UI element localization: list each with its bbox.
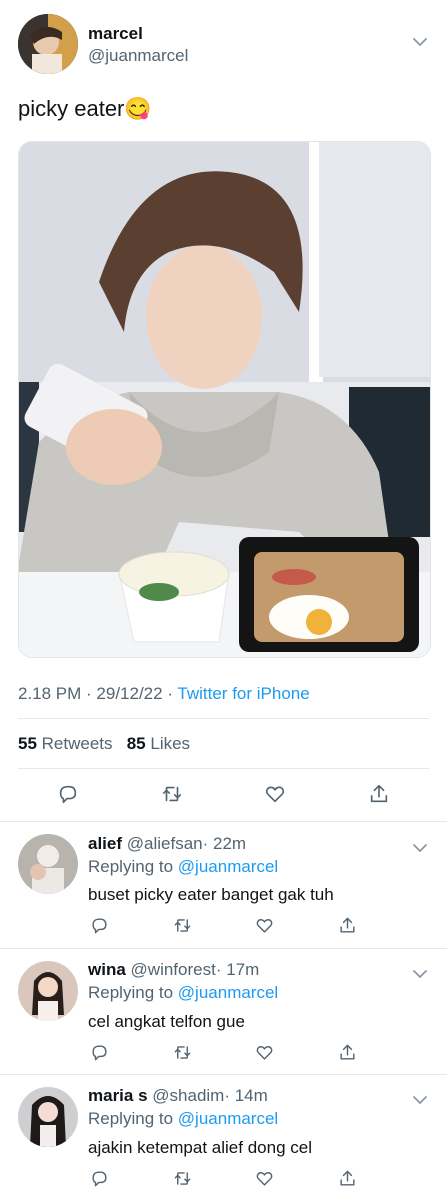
reply-text: cel angkat telfon gue bbox=[88, 1012, 245, 1031]
replying-label: Replying to bbox=[88, 983, 174, 1002]
share-icon bbox=[370, 784, 388, 803]
tweet-text: picky eater😋 bbox=[18, 96, 152, 122]
replying-label: Replying to bbox=[88, 1109, 174, 1128]
heart-icon bbox=[256, 918, 272, 933]
likes-count: 85 bbox=[126, 734, 146, 753]
like-button[interactable] bbox=[249, 910, 279, 940]
heart-icon bbox=[265, 786, 285, 803]
retweet-button[interactable] bbox=[167, 910, 197, 940]
tweet-stats: 55 Retweets 85 Likes bbox=[18, 734, 190, 754]
reply-text: buset picky eater banget gak tuh bbox=[88, 885, 334, 904]
tweet-timestamp[interactable]: 2.18 PM · 29/12/22 · bbox=[18, 684, 177, 703]
reply-handle[interactable]: @shadim bbox=[152, 1086, 224, 1105]
replying-to: Replying to @juanmarcel bbox=[88, 1109, 278, 1129]
replying-to: Replying to @juanmarcel bbox=[88, 983, 278, 1003]
reply-time: · 14m bbox=[224, 1086, 268, 1105]
reply-header: maria s @shadim· 14m bbox=[88, 1086, 268, 1106]
divider bbox=[0, 821, 447, 822]
replying-label: Replying to bbox=[88, 857, 174, 876]
photo-illustration bbox=[19, 142, 430, 657]
share-button[interactable] bbox=[332, 1037, 362, 1067]
share-icon bbox=[339, 1170, 355, 1186]
like-button[interactable] bbox=[260, 779, 290, 809]
reply-button[interactable] bbox=[84, 1163, 114, 1193]
likes-label: Likes bbox=[150, 734, 191, 753]
divider bbox=[18, 718, 429, 719]
retweets-count: 55 bbox=[18, 734, 37, 753]
emoji-savoring-food: 😋 bbox=[124, 96, 152, 121]
reply-time: · 22m bbox=[202, 834, 247, 853]
tweet-text-content: picky eater bbox=[18, 96, 125, 121]
retweets-stat[interactable]: 55 Retweets bbox=[18, 734, 113, 753]
reply-icon bbox=[91, 1044, 107, 1060]
replying-to-handle[interactable]: @juanmarcel bbox=[178, 857, 278, 876]
retweet-button[interactable] bbox=[167, 1163, 197, 1193]
divider bbox=[0, 1074, 447, 1075]
retweet-button[interactable] bbox=[157, 779, 187, 809]
tweet-photo[interactable] bbox=[18, 141, 431, 658]
replying-to-handle[interactable]: @juanmarcel bbox=[178, 1109, 278, 1128]
heart-icon bbox=[256, 1045, 272, 1060]
reply-avatar[interactable] bbox=[18, 834, 78, 894]
retweet-button[interactable] bbox=[167, 1037, 197, 1067]
replying-to: Replying to @juanmarcel bbox=[88, 857, 278, 877]
like-button[interactable] bbox=[249, 1163, 279, 1193]
reply-name[interactable]: maria s bbox=[88, 1086, 148, 1105]
tweet-meta: 2.18 PM · 29/12/22 · Twitter for iPhone bbox=[18, 684, 310, 704]
chevron-down-icon[interactable] bbox=[412, 1092, 428, 1110]
share-icon bbox=[339, 917, 355, 933]
reply-text: ajakin ketempat alief dong cel bbox=[88, 1138, 312, 1157]
reply-avatar[interactable] bbox=[18, 961, 78, 1021]
reply-icon bbox=[91, 917, 107, 933]
tweet-source-link[interactable]: Twitter for iPhone bbox=[177, 684, 309, 703]
replying-to-handle[interactable]: @juanmarcel bbox=[178, 983, 278, 1002]
share-button[interactable] bbox=[332, 910, 362, 940]
reply-name[interactable]: wina bbox=[88, 960, 126, 979]
heart-icon bbox=[256, 1171, 272, 1186]
reply-header: wina @winforest· 17m bbox=[88, 960, 259, 980]
retweet-icon bbox=[174, 918, 190, 932]
share-button[interactable] bbox=[332, 1163, 362, 1193]
share-icon bbox=[339, 1044, 355, 1060]
reply-time: · 17m bbox=[215, 960, 260, 979]
reply-icon bbox=[59, 785, 77, 804]
retweet-icon bbox=[174, 1171, 190, 1185]
reply-header: alief @aliefsan· 22m bbox=[88, 834, 246, 854]
retweets-label: Retweets bbox=[41, 734, 113, 753]
reply-button[interactable] bbox=[84, 910, 114, 940]
reply-avatar[interactable] bbox=[18, 1087, 78, 1147]
reply-icon bbox=[91, 1170, 107, 1186]
reply-handle[interactable]: @aliefsan bbox=[127, 834, 203, 853]
retweet-icon bbox=[162, 786, 182, 802]
reply-handle[interactable]: @winforest bbox=[131, 960, 216, 979]
author-avatar[interactable] bbox=[18, 14, 78, 74]
divider bbox=[0, 948, 447, 949]
like-button[interactable] bbox=[249, 1037, 279, 1067]
reply-name[interactable]: alief bbox=[88, 834, 122, 853]
tweet-page: marcel @juanmarcel picky eater😋 2.18 PM … bbox=[0, 0, 447, 1200]
reply-button[interactable] bbox=[53, 779, 83, 809]
divider bbox=[18, 768, 429, 769]
likes-stat[interactable]: 85 Likes bbox=[127, 734, 190, 753]
share-button[interactable] bbox=[364, 779, 394, 809]
retweet-icon bbox=[174, 1045, 190, 1059]
author-handle[interactable]: @juanmarcel bbox=[88, 46, 188, 66]
reply-button[interactable] bbox=[84, 1037, 114, 1067]
chevron-down-icon[interactable] bbox=[412, 966, 428, 984]
author-name[interactable]: marcel bbox=[88, 24, 143, 44]
chevron-down-icon[interactable] bbox=[412, 840, 428, 858]
chevron-down-icon[interactable] bbox=[412, 34, 428, 52]
